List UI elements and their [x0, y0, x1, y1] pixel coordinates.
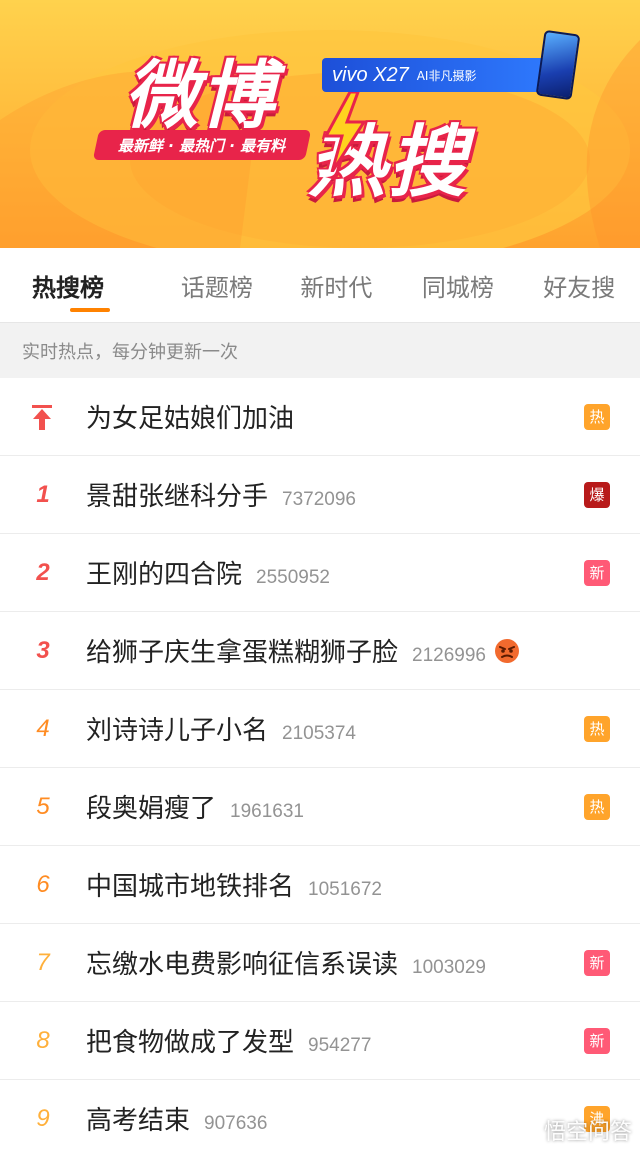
- item-title: 景甜张继科分手: [86, 482, 269, 512]
- angry-face-icon: [494, 638, 519, 663]
- hot-search-list: 为女足姑娘们加油 热 1 景甜张继科分手 7372096 爆 2 王刚的四合院 …: [0, 378, 640, 1154]
- active-tab-indicator: [70, 307, 110, 312]
- hot-search-banner: 微博 热搜 最新鲜 · 最热门 · 最有料 vivo X27 AI非凡摄影: [0, 0, 640, 248]
- watermark-text: 悟空问答: [543, 1120, 632, 1145]
- list-item[interactable]: 8 把食物做成了发型 954277 新: [0, 1002, 640, 1080]
- ad-banner[interactable]: vivo X27 AI非凡摄影: [322, 58, 560, 92]
- ad-tagline: AI非凡摄影: [416, 68, 477, 83]
- search-count: 954277: [308, 1035, 372, 1056]
- tab-local[interactable]: 同城榜: [397, 268, 518, 303]
- item-title: 高考结束: [86, 1106, 191, 1136]
- lightning-icon: [323, 92, 367, 172]
- slogan-text: 最新鲜 · 最热门 · 最有料: [118, 136, 286, 155]
- tab-friends[interactable]: 好友搜: [519, 268, 640, 303]
- rank-number: 3: [36, 636, 50, 664]
- brand-title-weibo: 微博: [124, 53, 276, 139]
- pin-top-icon: [32, 405, 52, 430]
- rank-number: 4: [36, 714, 50, 742]
- brand-logo: 微博 热搜: [112, 30, 512, 210]
- rank-number: 7: [36, 948, 50, 976]
- search-count: 2550952: [256, 567, 330, 588]
- hot-badge: 热: [584, 793, 610, 820]
- item-title: 把食物做成了发型: [86, 1028, 295, 1058]
- hot-badge: 热: [584, 715, 610, 742]
- list-item[interactable]: 4 刘诗诗儿子小名 2105374 热: [0, 690, 640, 768]
- new-badge: 新: [584, 1027, 610, 1054]
- update-notice: 实时热点，每分钟更新一次: [0, 322, 640, 378]
- new-badge: 新: [584, 949, 610, 976]
- search-count: 7372096: [282, 489, 356, 510]
- tab-bar: 热搜榜 话题榜 新时代 同城榜 好友搜: [0, 248, 640, 322]
- rank-number: 2: [36, 558, 50, 586]
- rank-number: 6: [36, 870, 50, 898]
- watermark: 悟空问答: [510, 1114, 632, 1146]
- tab-label: 好友搜: [543, 273, 616, 302]
- item-title: 段奥娟瘦了: [86, 794, 217, 824]
- search-count: 2126996: [412, 645, 486, 666]
- list-item[interactable]: 7 忘缴水电费影响征信系误读 1003029 新: [0, 924, 640, 1002]
- ad-model: vivo X27: [332, 63, 409, 86]
- slogan-badge: 最新鲜 · 最热门 · 最有料: [92, 130, 312, 160]
- wukong-logo-icon: [510, 1123, 537, 1137]
- search-count: 1961631: [230, 801, 304, 822]
- list-item[interactable]: 3 给狮子庆生拿蛋糕糊狮子脸 2126996: [0, 612, 640, 690]
- item-title: 忘缴水电费影响征信系误读: [86, 950, 399, 980]
- rank-number: 9: [36, 1104, 50, 1132]
- list-item[interactable]: 6 中国城市地铁排名 1051672: [0, 846, 640, 924]
- new-badge: 新: [584, 559, 610, 586]
- item-title: 王刚的四合院: [86, 560, 243, 590]
- list-item-pinned[interactable]: 为女足姑娘们加油 热: [0, 378, 640, 456]
- tab-label: 热搜榜: [32, 273, 104, 302]
- list-item[interactable]: 1 景甜张继科分手 7372096 爆: [0, 456, 640, 534]
- item-title: 给狮子庆生拿蛋糕糊狮子脸: [86, 638, 399, 668]
- tab-topics[interactable]: 话题榜: [158, 268, 276, 303]
- search-count: 1051672: [308, 879, 382, 900]
- rank-number: 1: [36, 480, 50, 508]
- search-count: 907636: [204, 1113, 268, 1134]
- search-count: 1003029: [412, 957, 486, 978]
- item-title: 中国城市地铁排名: [86, 872, 295, 902]
- tab-hot-search[interactable]: 热搜榜: [32, 268, 142, 312]
- list-item[interactable]: 2 王刚的四合院 2550952 新: [0, 534, 640, 612]
- tab-label: 新时代: [300, 273, 373, 302]
- tab-label: 同城榜: [421, 273, 494, 302]
- rank-number: 8: [36, 1026, 50, 1054]
- item-title: 为女足姑娘们加油: [86, 404, 295, 434]
- list-item[interactable]: 5 段奥娟瘦了 1961631 热: [0, 768, 640, 846]
- tab-new-era[interactable]: 新时代: [276, 268, 397, 303]
- rank-number: 5: [36, 792, 50, 820]
- hot-badge: 热: [584, 403, 610, 430]
- tab-label: 话题榜: [180, 273, 253, 302]
- search-count: 2105374: [282, 723, 356, 744]
- item-title: 刘诗诗儿子小名: [86, 716, 269, 746]
- boom-badge: 爆: [584, 481, 610, 508]
